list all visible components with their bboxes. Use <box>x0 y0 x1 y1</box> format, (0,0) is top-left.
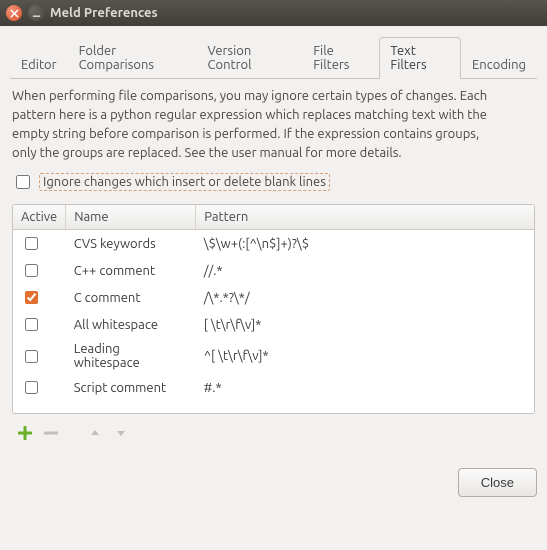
tab-textfilt[interactable]: Text Filters <box>379 37 461 79</box>
row-pattern: \$\w+(:[^\n$]+)?\$ <box>196 230 534 258</box>
row-pattern: //.* <box>196 257 534 284</box>
row-name: Script comment <box>66 374 196 401</box>
window-title: Meld Preferences <box>50 6 158 20</box>
tab-version[interactable]: Version Control <box>197 37 303 79</box>
row-pattern: [ \t\r\f\v]* <box>196 311 534 338</box>
col-name[interactable]: Name <box>66 205 196 230</box>
row-active-checkbox[interactable] <box>25 381 38 394</box>
table-toolbar <box>10 414 537 444</box>
table-row[interactable]: C comment/\*.*?\*/ <box>13 284 534 311</box>
window-minimize-icon[interactable] <box>28 5 44 21</box>
row-active-checkbox[interactable] <box>25 264 38 277</box>
row-active-checkbox[interactable] <box>25 237 38 250</box>
move-down-icon[interactable] <box>112 424 130 442</box>
row-pattern: ^[ \t\r\f\v]* <box>196 338 534 374</box>
row-pattern: /\*.*?\*/ <box>196 284 534 311</box>
close-button[interactable]: Close <box>458 468 537 497</box>
tab-editor[interactable]: Editor <box>10 51 68 79</box>
table-row[interactable]: Leading whitespace^[ \t\r\f\v]* <box>13 338 534 374</box>
col-pattern[interactable]: Pattern <box>196 205 534 230</box>
table-row[interactable]: Script comment#.* <box>13 374 534 401</box>
tab-folder[interactable]: Folder Comparisons <box>68 37 197 79</box>
window-close-icon[interactable] <box>6 5 22 21</box>
ignore-blank-label[interactable]: Ignore changes which insert or delete bl… <box>39 173 330 191</box>
tab-bar: Editor Folder Comparisons Version Contro… <box>10 36 537 79</box>
row-active-checkbox[interactable] <box>25 291 38 304</box>
row-active-checkbox[interactable] <box>25 350 38 363</box>
description-text: When performing file comparisons, you ma… <box>12 87 492 162</box>
add-icon[interactable] <box>16 424 34 442</box>
row-name: CVS keywords <box>66 230 196 258</box>
row-name: Leading whitespace <box>66 338 196 374</box>
tab-filefilt[interactable]: File Filters <box>302 37 379 79</box>
col-active[interactable]: Active <box>13 205 66 230</box>
row-name: C++ comment <box>66 257 196 284</box>
table-row[interactable]: C++ comment//.* <box>13 257 534 284</box>
titlebar: Meld Preferences <box>0 0 547 26</box>
row-pattern: #.* <box>196 374 534 401</box>
move-up-icon[interactable] <box>86 424 104 442</box>
remove-icon[interactable] <box>42 424 60 442</box>
row-name: All whitespace <box>66 311 196 338</box>
table-row[interactable]: All whitespace[ \t\r\f\v]* <box>13 311 534 338</box>
table-row[interactable]: CVS keywords\$\w+(:[^\n$]+)?\$ <box>13 230 534 258</box>
row-name: C comment <box>66 284 196 311</box>
filters-table: Active Name Pattern CVS keywords\$\w+(:[… <box>12 204 535 414</box>
tab-encoding[interactable]: Encoding <box>461 51 537 79</box>
ignore-blank-checkbox[interactable] <box>16 175 30 189</box>
row-active-checkbox[interactable] <box>25 318 38 331</box>
